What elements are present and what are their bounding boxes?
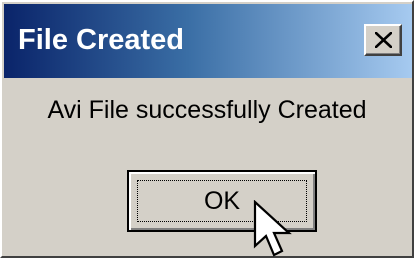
- close-button[interactable]: [364, 24, 402, 56]
- dialog-message: Avi File successfully Created: [47, 96, 367, 124]
- ok-button-label: OK: [203, 187, 241, 215]
- dialog-title: File Created: [18, 24, 184, 56]
- ok-button[interactable]: OK: [127, 170, 317, 232]
- message-dialog: File Created Avi File successfully Creat…: [0, 0, 414, 258]
- title-bar[interactable]: File Created: [4, 4, 412, 78]
- close-x-icon: [375, 32, 392, 48]
